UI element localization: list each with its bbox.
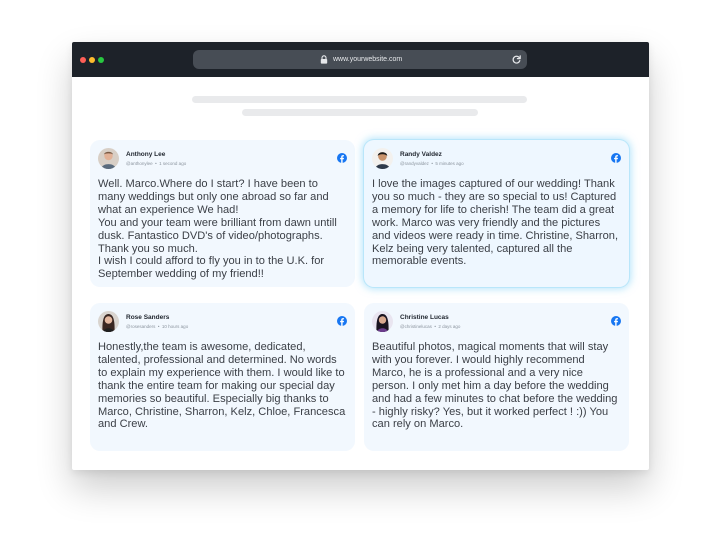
reviewer-name[interactable]: Christine Lucas [400, 314, 449, 321]
reload-icon[interactable] [511, 54, 522, 65]
review-meta: @christinelucas • 2 days ago [400, 324, 461, 329]
browser-titlebar: www.yourwebsite.com [72, 42, 649, 77]
reviewer-name[interactable]: Anthony Lee [126, 151, 165, 158]
facebook-icon[interactable] [337, 316, 347, 326]
avatar [98, 148, 119, 169]
reviewer-handle: @rosesanders [126, 324, 156, 329]
reviewer-handle: @christinelucas [400, 324, 432, 329]
review-header: Anthony Lee @anthonylee • 1 second ago [90, 140, 355, 180]
avatar [98, 311, 119, 332]
minimize-window-button[interactable] [89, 57, 95, 63]
review-time: 1 second ago [159, 161, 187, 166]
placeholder-line [192, 96, 527, 103]
facebook-icon[interactable] [611, 153, 621, 163]
reviewer-handle: @randyvaldez [400, 161, 429, 166]
review-time: 10 hours ago [161, 324, 189, 329]
review-header: Christine Lucas @christinelucas • 2 days… [364, 303, 629, 343]
review-card: Christine Lucas @christinelucas • 2 days… [364, 303, 629, 451]
review-header: Randy Valdez @randyvaldez • 5 minutes ag… [364, 140, 629, 180]
review-time: 5 minutes ago [435, 161, 464, 166]
facebook-icon[interactable] [611, 316, 621, 326]
browser-window: www.yourwebsite.com Anthony Lee @anthony… [72, 42, 649, 470]
maximize-window-button[interactable] [98, 57, 104, 63]
review-meta: @randyvaldez • 5 minutes ago [400, 161, 464, 166]
review-meta: @anthonylee • 1 second ago [126, 161, 187, 166]
review-header: Rose Sanders @rosesanders • 10 hours ago [90, 303, 355, 343]
avatar [372, 148, 393, 169]
review-text: Honestly,the team is awesome, dedicated,… [98, 341, 346, 431]
address-bar[interactable]: www.yourwebsite.com [193, 50, 527, 69]
review-text: I love the images captured of our weddin… [372, 178, 619, 268]
reviewer-name[interactable]: Rose Sanders [126, 314, 169, 321]
reviewer-handle: @anthonylee [126, 161, 153, 166]
review-card: Rose Sanders @rosesanders • 10 hours ago… [90, 303, 355, 451]
close-window-button[interactable] [80, 57, 86, 63]
review-time: 2 days ago [438, 324, 461, 329]
avatar [372, 311, 393, 332]
lock-icon [320, 55, 328, 64]
review-meta: @rosesanders • 10 hours ago [126, 324, 189, 329]
review-text: Beautiful photos, magical moments that w… [372, 341, 618, 431]
review-card: Anthony Lee @anthonylee • 1 second ago W… [90, 140, 355, 287]
review-card: Randy Valdez @randyvaldez • 5 minutes ag… [364, 140, 629, 287]
review-text: Well. Marco.Where do I start? I have bee… [98, 178, 337, 281]
reviewer-name[interactable]: Randy Valdez [400, 151, 442, 158]
placeholder-line [242, 109, 478, 116]
address-bar-url: www.yourwebsite.com [333, 56, 403, 63]
facebook-icon[interactable] [337, 153, 347, 163]
